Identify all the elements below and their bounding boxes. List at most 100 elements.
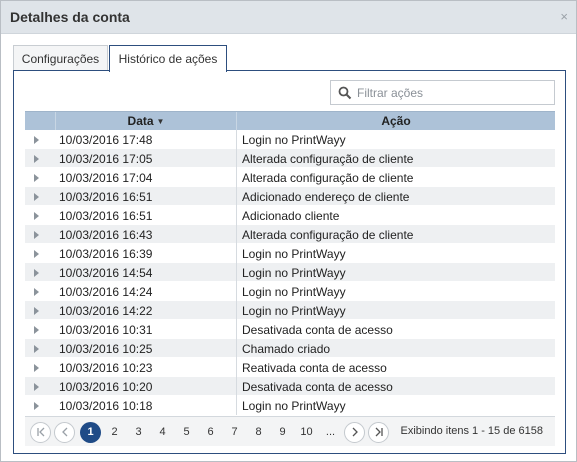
row-date: 10/03/2016 10:31: [59, 323, 153, 337]
actions-grid: Data ▼ Ação 10/03/2016 17:48 Login no Prin…: [25, 111, 555, 415]
page-button[interactable]: 3: [128, 422, 149, 443]
page-button[interactable]: 7: [224, 422, 245, 443]
column-divider: [236, 358, 237, 377]
row-date: 10/03/2016 16:43: [59, 228, 153, 242]
row-action: Alterada configuração de cliente: [242, 152, 414, 166]
column-header-data[interactable]: Data ▼: [55, 112, 236, 130]
search-icon: [338, 86, 352, 100]
table-row[interactable]: 10/03/2016 16:51 Adicionado endereço de c…: [25, 187, 555, 206]
chevron-right-icon: [352, 427, 358, 437]
row-date: 10/03/2016 17:04: [59, 171, 153, 185]
expand-row-icon[interactable]: [34, 345, 39, 353]
row-action: Desativada conta de acesso: [242, 380, 393, 394]
table-row[interactable]: 10/03/2016 14:54 Login no PrintWayy: [25, 263, 555, 282]
row-date: 10/03/2016 14:22: [59, 304, 153, 318]
row-date: 10/03/2016 10:23: [59, 361, 153, 375]
expand-row-icon[interactable]: [34, 193, 39, 201]
expand-row-icon[interactable]: [34, 136, 39, 144]
table-row[interactable]: 10/03/2016 16:51 Adicionado cliente: [25, 206, 555, 225]
row-action: Login no PrintWayy: [242, 304, 346, 318]
expand-row-icon[interactable]: [34, 174, 39, 182]
table-row[interactable]: 10/03/2016 10:18 Login no PrintWayy: [25, 396, 555, 415]
previous-page-button[interactable]: [54, 422, 75, 443]
page-button[interactable]: 10: [296, 422, 317, 443]
table-row[interactable]: 10/03/2016 16:43 Alterada configuração de…: [25, 225, 555, 244]
more-pages-button[interactable]: ...: [320, 422, 341, 443]
column-header-data-label: Data: [127, 114, 154, 128]
row-action: Login no PrintWayy: [242, 266, 346, 280]
expand-row-icon[interactable]: [34, 402, 39, 410]
column-header-acao[interactable]: Ação: [236, 112, 555, 130]
column-divider: [236, 149, 237, 168]
tab-historico-de-acoes[interactable]: Histórico de ações: [109, 45, 227, 72]
expand-row-icon[interactable]: [34, 269, 39, 277]
table-row[interactable]: 10/03/2016 17:04 Alterada configuração de…: [25, 168, 555, 187]
row-date: 10/03/2016 10:25: [59, 342, 153, 356]
expand-row-icon[interactable]: [34, 364, 39, 372]
column-divider: [236, 130, 237, 149]
table-row[interactable]: 10/03/2016 17:05 Alterada configuração de…: [25, 149, 555, 168]
column-divider: [236, 263, 237, 282]
next-page-button[interactable]: [344, 422, 365, 443]
table-row[interactable]: 10/03/2016 14:22 Login no PrintWayy: [25, 301, 555, 320]
page-button[interactable]: 9: [272, 422, 293, 443]
dialog-title: Detalhes da conta: [10, 9, 130, 25]
expand-row-icon[interactable]: [34, 326, 39, 334]
page-button[interactable]: 8: [248, 422, 269, 443]
table-row[interactable]: 10/03/2016 10:25 Chamado criado: [25, 339, 555, 358]
expand-row-icon[interactable]: [34, 307, 39, 315]
filter-box[interactable]: [330, 80, 555, 105]
tab-configuracoes[interactable]: Configurações: [13, 45, 108, 71]
first-page-button[interactable]: [30, 422, 51, 443]
chevron-left-icon: [61, 427, 67, 437]
column-divider: [236, 339, 237, 358]
row-action: Login no PrintWayy: [242, 285, 346, 299]
row-date: 10/03/2016 10:20: [59, 380, 153, 394]
page-button[interactable]: 2: [104, 422, 125, 443]
row-action: Reativada conta de acesso: [242, 361, 387, 375]
row-date: 10/03/2016 14:24: [59, 285, 153, 299]
table-row[interactable]: 10/03/2016 10:23 Reativada conta de acess…: [25, 358, 555, 377]
last-page-button[interactable]: [368, 422, 389, 443]
row-date: 10/03/2016 14:54: [59, 266, 153, 280]
table-row[interactable]: 10/03/2016 14:24 Login no PrintWayy: [25, 282, 555, 301]
expand-row-icon[interactable]: [34, 250, 39, 258]
table-row[interactable]: 10/03/2016 17:48 Login no PrintWayy: [25, 130, 555, 149]
column-divider: [236, 282, 237, 301]
row-date: 10/03/2016 16:51: [59, 190, 153, 204]
expander-column-header: [25, 112, 55, 130]
expand-row-icon[interactable]: [34, 383, 39, 391]
column-divider: [236, 187, 237, 206]
page-button[interactable]: 6: [200, 422, 221, 443]
row-action: Desativada conta de acesso: [242, 323, 393, 337]
column-divider: [236, 396, 237, 415]
filter-actions-input[interactable]: [357, 84, 547, 101]
page-button[interactable]: 1: [80, 422, 101, 443]
grid-header: Data ▼ Ação: [25, 111, 555, 130]
row-action: Login no PrintWayy: [242, 133, 346, 147]
table-row[interactable]: 10/03/2016 10:31 Desativada conta de aces…: [25, 320, 555, 339]
expand-row-icon[interactable]: [34, 212, 39, 220]
row-action: Adicionado cliente: [242, 209, 340, 223]
column-divider: [236, 244, 237, 263]
row-action: Alterada configuração de cliente: [242, 171, 414, 185]
expand-row-icon[interactable]: [34, 288, 39, 296]
first-page-icon: [36, 427, 44, 437]
column-divider: [236, 206, 237, 225]
row-action: Login no PrintWayy: [242, 399, 346, 413]
column-divider: [236, 301, 237, 320]
column-divider: [236, 168, 237, 187]
expand-row-icon[interactable]: [34, 231, 39, 239]
table-row[interactable]: 10/03/2016 16:39 Login no PrintWayy: [25, 244, 555, 263]
row-date: 10/03/2016 17:05: [59, 152, 153, 166]
column-divider: [236, 377, 237, 396]
pager: 1 2 3 4 5 6 7 8 9 10... Exibindo itens 1 - 15 de …: [25, 416, 555, 446]
page-button[interactable]: 4: [152, 422, 173, 443]
expand-row-icon[interactable]: [34, 155, 39, 163]
row-action: Chamado criado: [242, 342, 331, 356]
column-divider: [236, 320, 237, 339]
close-icon[interactable]: ×: [560, 10, 568, 24]
row-date: 10/03/2016 16:51: [59, 209, 153, 223]
table-row[interactable]: 10/03/2016 10:20 Desativada conta de aces…: [25, 377, 555, 396]
page-button[interactable]: 5: [176, 422, 197, 443]
